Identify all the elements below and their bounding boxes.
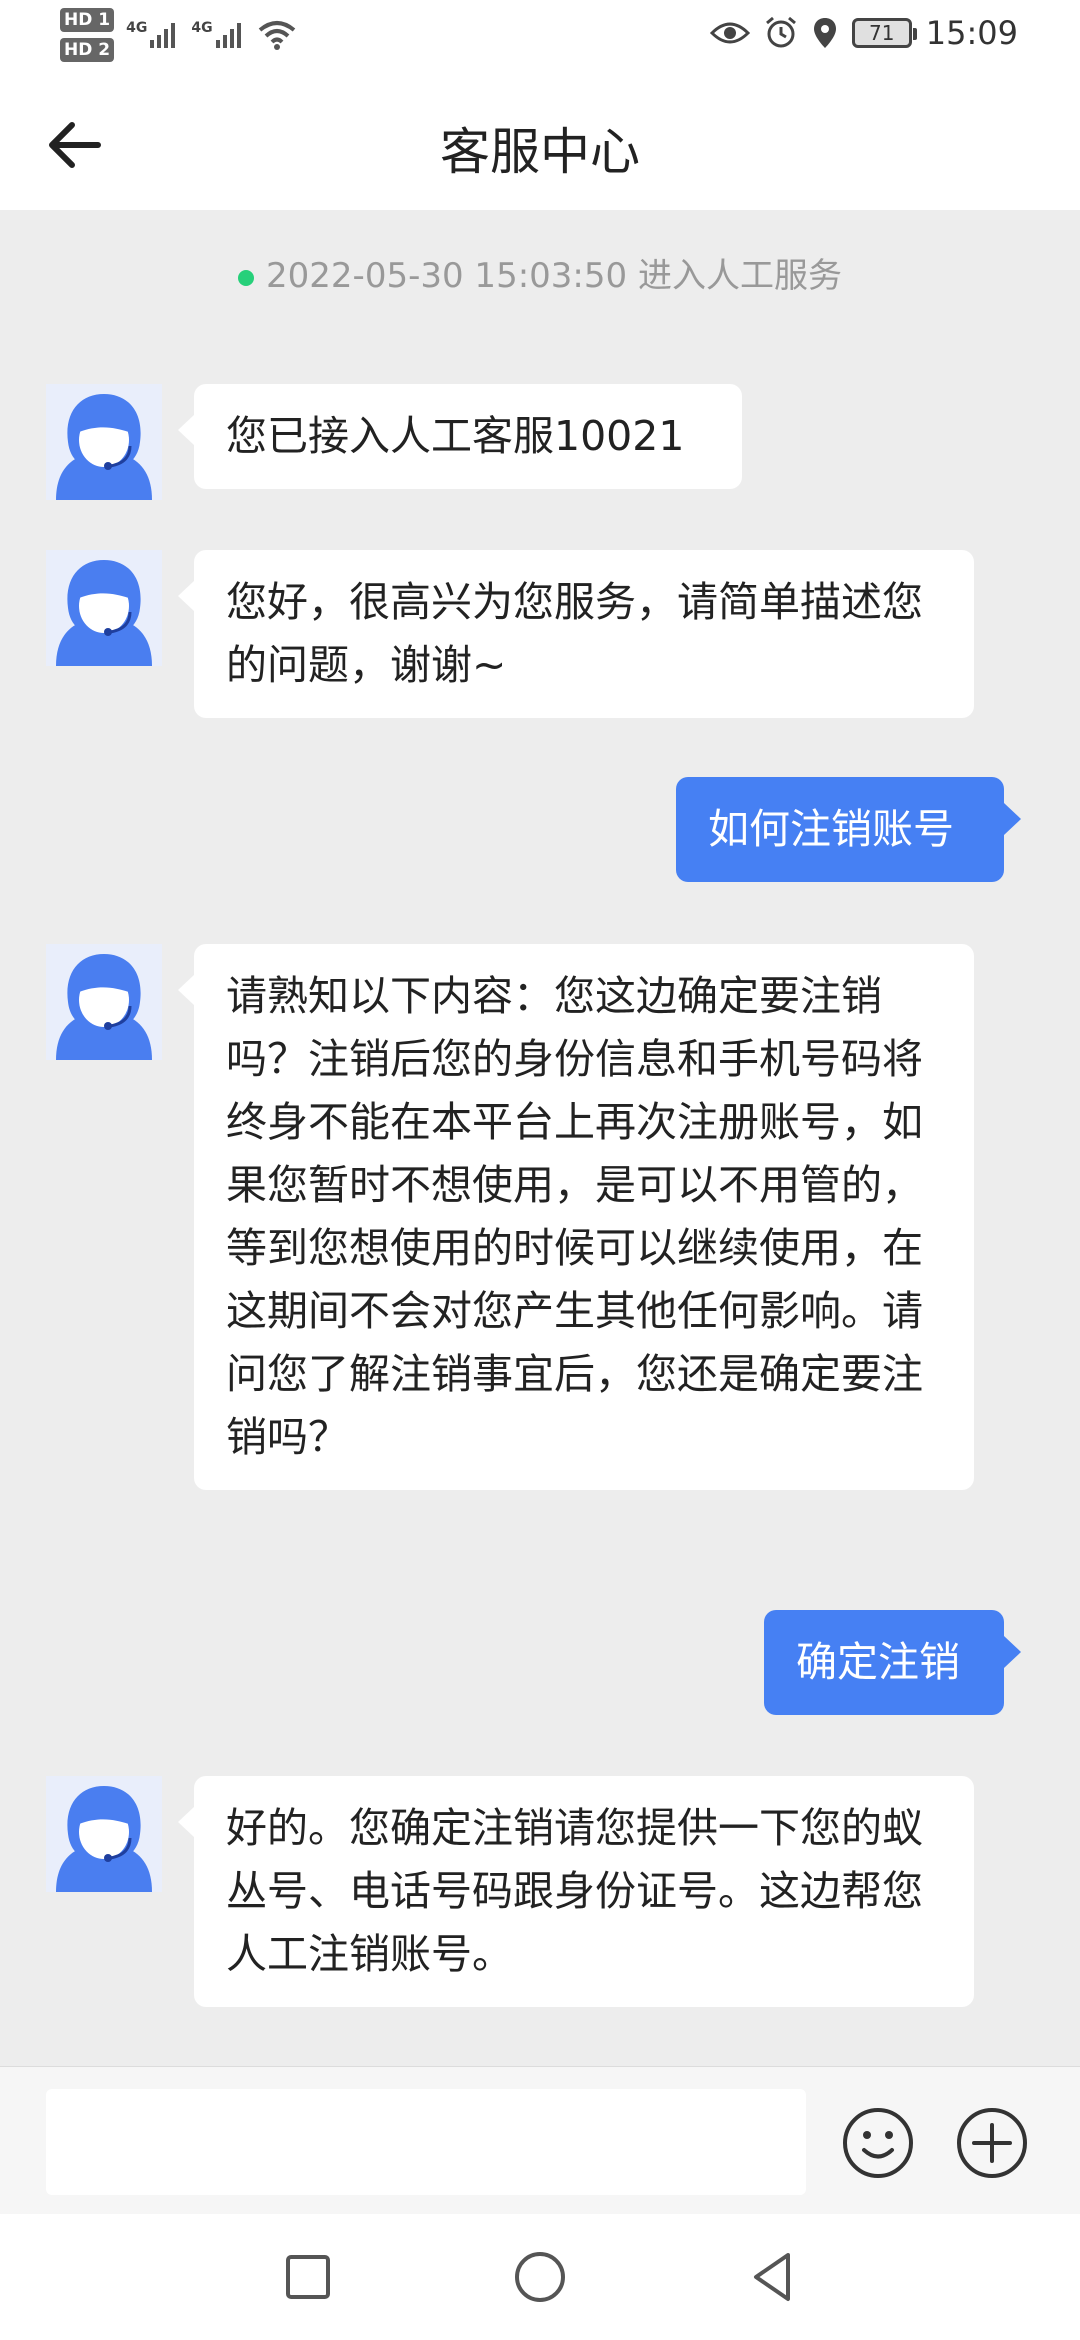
message-input[interactable] <box>46 2089 806 2195</box>
user-message: 如何注销账号 <box>676 777 1021 882</box>
online-dot-icon <box>238 269 255 286</box>
page-title: 客服中心 <box>440 123 640 181</box>
alarm-icon <box>765 16 796 48</box>
signal-1: 4G <box>126 20 179 50</box>
status-right: 71 15:09 <box>709 14 1018 52</box>
sim-badges: HD 1 HD 2 <box>60 8 115 62</box>
location-icon <box>813 18 836 48</box>
agent-avatar-icon <box>56 954 152 1060</box>
signal-2: 4G <box>191 20 244 50</box>
system-nav-bar <box>0 2214 1080 2340</box>
agent-avatar-icon <box>56 1786 152 1892</box>
agent-message: 您好，很高兴为您服务，请简单描述您的问题，谢谢~ <box>178 550 974 718</box>
chat-area[interactable]: 2022-05-30 15:03:50 进入人工服务 您已接入人工客服10021… <box>0 210 1080 2066</box>
recents-square-icon <box>286 2255 330 2299</box>
more-button[interactable] <box>954 2105 1030 2181</box>
status-left: HD 1 HD 2 4G 4G <box>60 8 297 62</box>
plus-circle-icon <box>957 2108 1027 2178</box>
eye-icon <box>709 22 750 44</box>
system-message-text: 2022-05-30 15:03:50 进入人工服务 <box>266 256 842 296</box>
agent-message: 请熟知以下内容：您这边确定要注销吗？注销后您的身份信息和手机号码将终身不能在本平… <box>178 944 974 1490</box>
emoji-button[interactable] <box>840 2105 916 2181</box>
back-nav-button[interactable] <box>742 2247 802 2307</box>
sim2-badge: HD 2 <box>60 38 115 62</box>
input-bar <box>0 2066 1080 2214</box>
recents-button[interactable] <box>278 2247 338 2307</box>
agent-message: 您已接入人工客服10021 <box>178 384 742 489</box>
agent-avatar[interactable] <box>46 550 162 666</box>
signal-icon <box>150 23 176 48</box>
system-message: 2022-05-30 15:03:50 进入人工服务 <box>0 248 1080 297</box>
agent-avatar[interactable] <box>46 1776 162 1892</box>
wifi-icon <box>258 21 295 50</box>
home-button[interactable] <box>510 2247 570 2307</box>
agent-avatar[interactable] <box>46 384 162 500</box>
agent-message: 好的。您确定注销请您提供一下您的蚁丛号、电话号码跟身份证号。这边帮您人工注销账号… <box>178 1776 974 2007</box>
smiley-icon <box>843 2108 913 2178</box>
net2-label: 4G <box>191 20 213 36</box>
net1-label: 4G <box>126 20 148 36</box>
battery-icon: 71 <box>851 18 917 48</box>
agent-avatar-icon <box>56 560 152 666</box>
status-bar: HD 1 HD 2 4G 4G 71 15:09 <box>0 0 1080 78</box>
signal-icon <box>215 23 241 48</box>
back-triangle-icon <box>754 2253 790 2301</box>
app-header: 客服中心 <box>0 78 1080 210</box>
sim1-badge: HD 1 <box>60 8 115 32</box>
agent-avatar[interactable] <box>46 944 162 1060</box>
agent-avatar-icon <box>56 394 152 500</box>
user-message: 确定注销 <box>764 1610 1021 1715</box>
home-circle-icon <box>515 2252 565 2302</box>
clock: 15:09 <box>925 14 1018 52</box>
